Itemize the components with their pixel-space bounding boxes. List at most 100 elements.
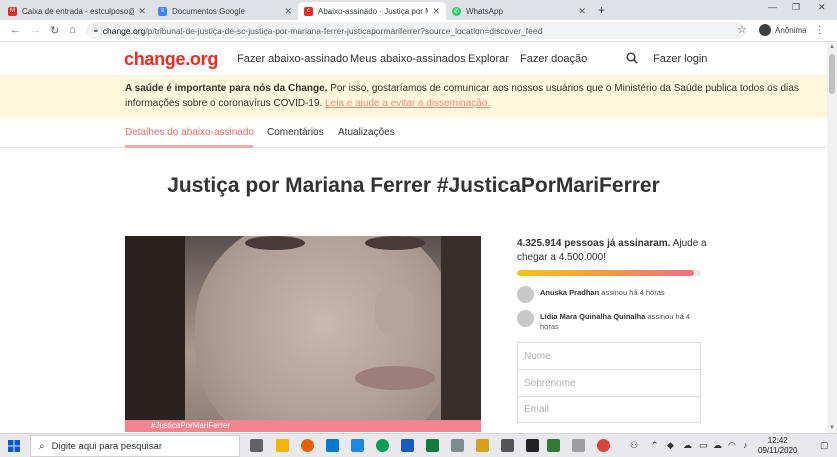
- menu-dots-icon[interactable]: ⋮: [815, 25, 825, 36]
- health-notice-banner: A saúde é importante para nós da Change.…: [0, 76, 827, 118]
- nav-explore[interactable]: Explorar: [468, 53, 509, 65]
- scroll-down-icon[interactable]: ▼: [829, 425, 835, 431]
- search-icon[interactable]: [626, 52, 638, 64]
- word-icon[interactable]: [401, 439, 414, 452]
- photo-eye-left: [245, 236, 305, 250]
- windows-start-icon[interactable]: [8, 440, 20, 452]
- recent-signer: Anuska Pradhan assinou há 4 horas: [517, 286, 707, 303]
- scroll-up-icon[interactable]: ▲: [829, 44, 835, 50]
- clock-time: 12:42: [767, 436, 788, 445]
- chrome-icon[interactable]: [597, 439, 610, 452]
- forward-icon[interactable]: →: [30, 24, 41, 36]
- mail-icon[interactable]: [326, 439, 339, 452]
- app-icon[interactable]: [501, 439, 514, 452]
- signer-text: Lídia Mara Quinalha Quinalha assinou há …: [540, 310, 707, 332]
- incognito-profile[interactable]: Anônima ⋮: [759, 24, 825, 36]
- petition-title: Justiça por Mariana Ferrer #JusticaPorMa…: [167, 174, 660, 197]
- email-field[interactable]: [518, 397, 700, 422]
- app-icon[interactable]: [476, 439, 489, 452]
- browser-toolbar: ← → ↻ ⌂ 🔒︎ change.org/p/tribunal-de-just…: [0, 20, 837, 42]
- page-scrollbar[interactable]: ▲ ▼: [827, 42, 837, 433]
- wifi-icon[interactable]: ◠: [728, 440, 736, 451]
- scrollbar-thumb[interactable]: [829, 54, 835, 94]
- recent-signer: Lídia Mara Quinalha Quinalha assinou há …: [517, 310, 707, 332]
- notification-icon[interactable]: ▢: [820, 440, 829, 451]
- restore-icon[interactable]: ❐: [792, 2, 800, 13]
- tab-comments[interactable]: Comentários: [267, 127, 324, 138]
- close-icon[interactable]: ✕: [138, 6, 146, 17]
- app-icon[interactable]: [547, 439, 560, 452]
- avatar: [517, 310, 534, 327]
- signature-count: 4.325.914 pessoas já assinaram. Ajude a …: [517, 237, 707, 265]
- people-icon[interactable]: ⚇: [630, 440, 638, 451]
- reload-icon[interactable]: ↻: [50, 24, 59, 37]
- signer-name: Anuska Pradhan: [540, 288, 600, 297]
- active-tab-indicator: [125, 145, 253, 148]
- first-name-field[interactable]: [518, 343, 700, 369]
- clock-date: 09/11/2020: [758, 446, 798, 455]
- taskbar-search-box[interactable]: ⌕ Digite aqui para pesquisar: [30, 435, 240, 457]
- tab-petition-details[interactable]: Detalhes do abaixo-assinado: [125, 127, 254, 138]
- app-icon[interactable]: [572, 439, 585, 452]
- site-header: change.org Fazer abaixo-assinado Meus ab…: [0, 42, 827, 76]
- app-icon[interactable]: [526, 439, 539, 452]
- bookmark-star-icon[interactable]: ☆: [737, 23, 747, 36]
- app-icon[interactable]: [451, 439, 464, 452]
- address-bar[interactable]: 🔒︎ change.org/p/tribunal-de-justiça-de-s…: [86, 22, 746, 39]
- last-name-field[interactable]: [518, 370, 700, 396]
- nav-login[interactable]: Fazer login: [653, 53, 707, 65]
- progress-fill: [517, 270, 694, 276]
- url-domain: change.org: [102, 25, 146, 36]
- lock-icon: 🔒︎: [94, 26, 98, 34]
- tab-change-org[interactable]: c Abaixo-assinado · Justiça por Ma... ✕: [298, 2, 446, 20]
- nav-donate[interactable]: Fazer doação: [520, 53, 587, 65]
- banner-link[interactable]: Leia e ajude a evitar a disseminação.: [325, 98, 490, 109]
- network-icon[interactable]: ▭: [699, 440, 708, 451]
- url-path: /p/tribunal-de-justiça-de-sc-justiça-por…: [145, 25, 543, 36]
- close-icon[interactable]: ✕: [284, 6, 292, 17]
- dropbox-icon[interactable]: ◆: [667, 440, 674, 451]
- firefox-icon[interactable]: [301, 439, 314, 452]
- avatar: [517, 286, 534, 303]
- site-logo[interactable]: change.org: [124, 49, 218, 70]
- minimize-icon[interactable]: —: [768, 2, 777, 12]
- nav-start-petition[interactable]: Fazer abaixo-assinado: [237, 53, 348, 65]
- onedrive-icon[interactable]: ☁: [713, 440, 722, 451]
- email-field-wrap: [517, 396, 701, 423]
- banner-bold-text: A saúde é importante para nós da Change.: [125, 83, 328, 94]
- excel-icon[interactable]: [426, 439, 439, 452]
- tab-updates[interactable]: Atualizações: [338, 127, 395, 138]
- edge-icon[interactable]: [376, 439, 389, 452]
- tab-google-docs[interactable]: ≡ Documentos Google ✕: [152, 2, 298, 20]
- back-icon[interactable]: ←: [10, 24, 21, 36]
- file-explorer-icon[interactable]: [276, 439, 289, 452]
- close-icon[interactable]: ✕: [432, 6, 440, 17]
- onedrive-icon[interactable]: ☁: [683, 440, 692, 451]
- tab-gmail[interactable]: M Caixa de entrada - estculposo@... ✕: [2, 2, 152, 20]
- search-icon: ⌕: [39, 440, 45, 452]
- nav-my-petitions[interactable]: Meus abaixo-assinados: [350, 53, 466, 65]
- tab-whatsapp[interactable]: ✆ WhatsApp ✕: [446, 2, 592, 20]
- home-icon[interactable]: ⌂: [69, 24, 76, 36]
- browser-tab-strip: M Caixa de entrada - estculposo@... ✕ ≡ …: [0, 0, 837, 20]
- last-name-field-wrap: [517, 369, 701, 396]
- photo-face: [195, 236, 455, 432]
- first-name-field-wrap: [517, 342, 701, 369]
- close-icon[interactable]: ✕: [578, 6, 586, 17]
- change-org-icon: c: [304, 6, 313, 16]
- photo-hair-left: [125, 236, 185, 432]
- taskbar-clock[interactable]: 12:42 09/11/2020: [758, 436, 797, 456]
- profile-label: Anônima: [775, 25, 807, 35]
- chevron-up-icon[interactable]: ⌃: [651, 440, 659, 451]
- signed-count-text: 4.325.914 pessoas já assinaram.: [517, 238, 671, 249]
- close-window-icon[interactable]: ✕: [818, 2, 826, 13]
- new-tab-button[interactable]: +: [598, 3, 605, 17]
- task-view-icon[interactable]: [250, 439, 263, 452]
- signature-progress-bar: [517, 270, 701, 276]
- taskbar-search-placeholder: Digite aqui para pesquisar: [51, 440, 162, 452]
- volume-icon[interactable]: ♪: [743, 440, 748, 450]
- signer-name: Lídia Mara Quinalha Quinalha: [540, 312, 646, 321]
- petition-tabs: Detalhes do abaixo-assinado Comentários …: [0, 118, 827, 148]
- tab-title: Caixa de entrada - estculposo@...: [22, 6, 135, 16]
- store-icon[interactable]: [351, 439, 364, 452]
